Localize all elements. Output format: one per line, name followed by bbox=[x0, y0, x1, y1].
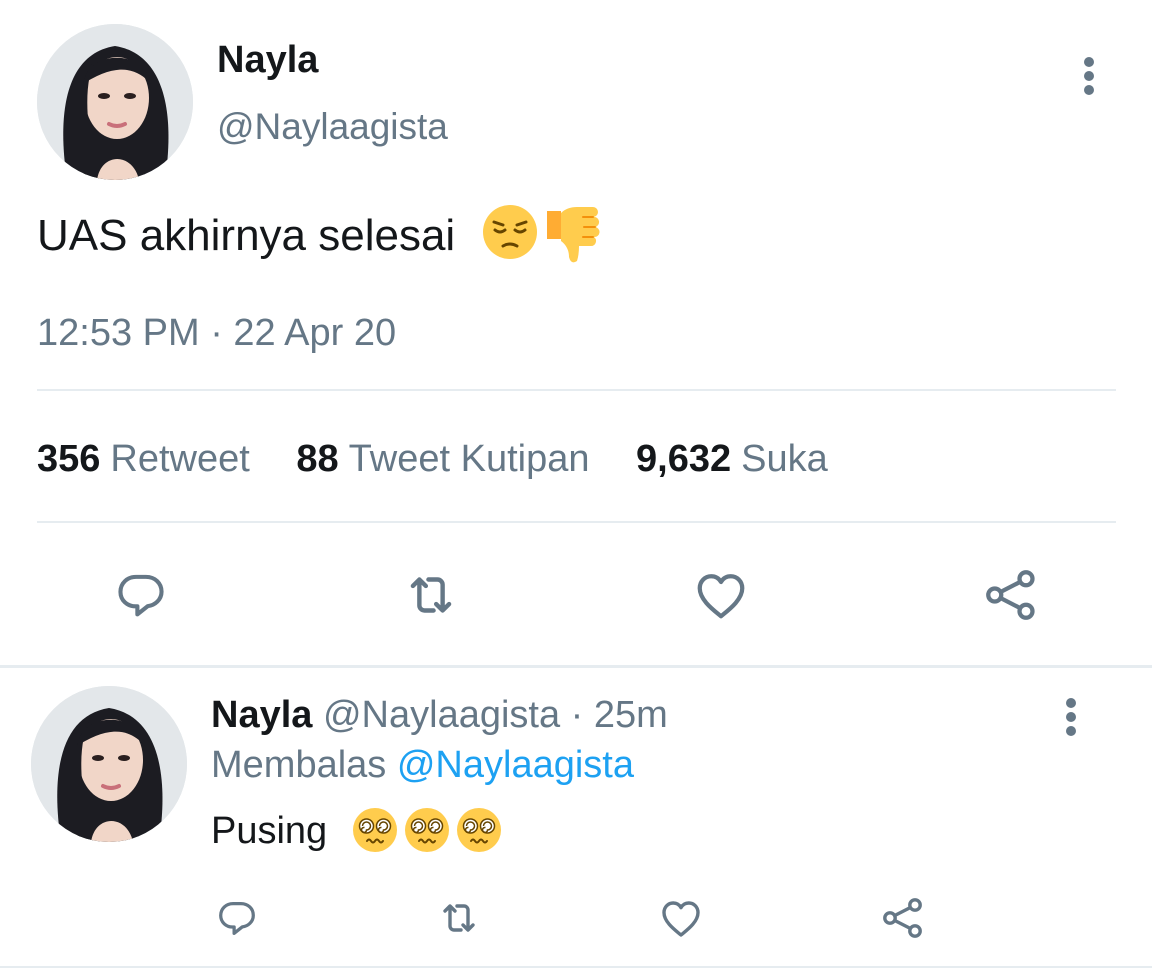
stat-label: Suka bbox=[741, 438, 828, 480]
share-button[interactable] bbox=[978, 562, 1044, 628]
retweet-button[interactable] bbox=[398, 562, 464, 628]
retweet-count[interactable]: 356 Retweet bbox=[37, 435, 250, 483]
user-handle[interactable]: @Naylaagista bbox=[217, 105, 448, 149]
thumbs-down-icon bbox=[547, 207, 600, 263]
reply-icon bbox=[118, 574, 164, 617]
retweet-button[interactable] bbox=[434, 893, 484, 943]
stat-label: Tweet Kutipan bbox=[348, 438, 590, 480]
share-icon bbox=[883, 898, 922, 938]
mention-link[interactable]: @Naylaagista bbox=[397, 744, 634, 786]
stat-number: 9,632 bbox=[636, 438, 732, 480]
like-count[interactable]: 9,632 Suka bbox=[636, 435, 828, 483]
like-icon bbox=[697, 574, 745, 619]
stat-number: 356 bbox=[37, 438, 101, 480]
stat-label: Retweet bbox=[110, 438, 250, 480]
divider bbox=[37, 389, 1116, 391]
share-button[interactable] bbox=[878, 893, 928, 943]
tweet-body: UAS akhirnya selesai bbox=[37, 211, 456, 260]
retweet-icon bbox=[443, 904, 475, 932]
tweet-text: UAS akhirnya selesai bbox=[37, 203, 603, 269]
more-vertical-icon[interactable] bbox=[1075, 56, 1103, 96]
tweet-detail-screen: Nayla @Naylaagista UAS akhirnya selesai bbox=[0, 0, 1152, 969]
dizzy-face-icon bbox=[456, 807, 501, 852]
dizzy-face-icon bbox=[352, 807, 397, 852]
quote-tweet-count[interactable]: 88 Tweet Kutipan bbox=[296, 435, 589, 483]
tweet-timestamp[interactable]: 12:53 PM · 22 Apr 20 bbox=[37, 311, 396, 355]
reply-display-name[interactable]: Nayla bbox=[211, 694, 312, 736]
separator-dot: · bbox=[570, 694, 584, 736]
reply-button[interactable] bbox=[108, 562, 174, 628]
profile-photo bbox=[37, 24, 193, 180]
like-button[interactable] bbox=[688, 562, 754, 628]
reply-text: Pusing bbox=[211, 806, 502, 856]
reply-header: Nayla @Naylaagista · 25m bbox=[211, 692, 668, 738]
reply-avatar[interactable] bbox=[31, 686, 187, 842]
tweet-stats: 356 Retweet 88 Tweet Kutipan 9,632 Suka bbox=[37, 435, 864, 483]
replying-to: Membalas @Naylaagista bbox=[211, 742, 634, 788]
emoji-group bbox=[352, 807, 502, 853]
dizzy-face-icon bbox=[404, 807, 449, 852]
share-icon bbox=[986, 570, 1035, 620]
like-button[interactable] bbox=[656, 893, 706, 943]
section-divider bbox=[0, 665, 1152, 668]
like-icon bbox=[662, 901, 700, 937]
reply-icon bbox=[219, 901, 255, 935]
reply-button[interactable] bbox=[212, 893, 262, 943]
pensive-face-icon bbox=[483, 205, 538, 260]
reply-time: 25m bbox=[593, 694, 668, 736]
display-name[interactable]: Nayla bbox=[217, 38, 318, 82]
stat-number: 88 bbox=[296, 438, 339, 480]
reply-body: Pusing bbox=[211, 810, 328, 852]
retweet-icon bbox=[410, 577, 452, 613]
emoji-group bbox=[481, 203, 603, 265]
avatar[interactable] bbox=[37, 24, 193, 180]
divider bbox=[37, 521, 1116, 523]
replying-label: Membalas bbox=[211, 744, 387, 786]
more-vertical-icon[interactable] bbox=[1057, 697, 1085, 737]
profile-photo bbox=[31, 686, 187, 842]
section-divider bbox=[0, 966, 1152, 968]
reply-handle[interactable]: @Naylaagista bbox=[323, 694, 560, 736]
